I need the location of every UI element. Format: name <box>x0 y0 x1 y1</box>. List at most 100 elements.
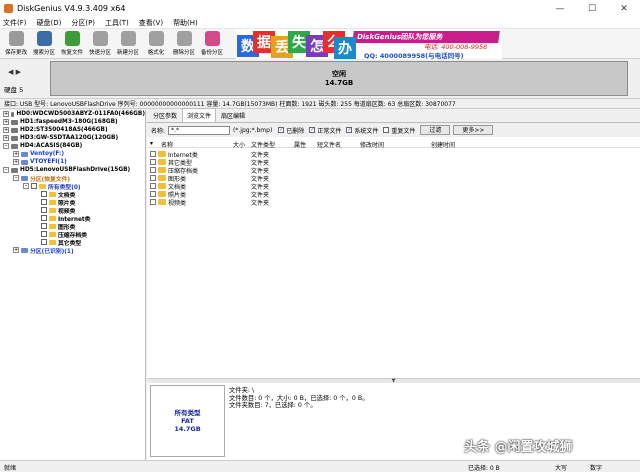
file-type: 文件夹 <box>251 200 270 207</box>
file-list: Internet类 文件夹 其它类型 文件夹 压缩存档类 文件夹 图形类 文件夹 文档类 文件夹照… <box>147 150 640 380</box>
toolbar-button-6[interactable]: 删除分区 <box>170 29 198 59</box>
tree-checkbox[interactable] <box>41 191 47 197</box>
deleted-checkbox[interactable]: ✓ 已删除 <box>278 126 304 135</box>
menu-tools[interactable]: 工具(T) <box>105 18 129 28</box>
tree-item[interactable]: + Ventoy(F:) <box>0 150 145 158</box>
tree-checkbox[interactable] <box>41 239 47 245</box>
tree-item[interactable]: - HD4:ACASIS(84GB) <box>0 142 145 150</box>
check-icon: ✓ <box>346 127 353 133</box>
maximize-button[interactable]: ☐ <box>576 0 608 17</box>
file-row[interactable]: 图形类 文件夹 <box>147 174 640 183</box>
select-all-icon[interactable]: ▾ <box>150 140 153 147</box>
expander-icon[interactable]: - <box>3 167 9 173</box>
tree-item[interactable]: + HD2:ST3500418AS(466GB) <box>0 126 145 134</box>
pattern-hint: (*.jpg;*.bmp) <box>233 126 273 134</box>
file-checkbox[interactable] <box>150 183 156 189</box>
folder-icon <box>49 231 56 237</box>
disk-icon <box>11 119 18 125</box>
filter-bar: 名称: *.* (*.jpg;*.bmp) ✓ 已删除 ✓ 正常文件 ✓ 系统文件 重… <box>147 123 640 137</box>
ad-banner[interactable]: DiskGenius团队为您服务 电话: 400-008-9958 QQ: 40… <box>236 29 502 59</box>
col-size[interactable]: 大小 <box>233 140 245 149</box>
file-checkbox[interactable] <box>150 191 156 197</box>
menu-file[interactable]: 文件(F) <box>3 18 27 28</box>
menu-view[interactable]: 查看(V) <box>139 18 163 28</box>
file-checkbox[interactable] <box>150 159 156 165</box>
menu-disk[interactable]: 硬盘(D) <box>37 18 62 28</box>
col-attr[interactable]: 属性 <box>294 140 306 149</box>
expander-icon[interactable]: + <box>3 119 9 125</box>
file-row[interactable]: 其它类型 文件夹 <box>147 158 640 167</box>
file-checkbox[interactable] <box>150 175 156 181</box>
expander-icon[interactable]: + <box>3 135 9 141</box>
tree-item[interactable]: + 分区(已识别)(1) <box>0 246 145 255</box>
filter-button[interactable]: 过滤 <box>420 125 451 135</box>
col-modified[interactable]: 修改时间 <box>360 140 384 149</box>
close-button[interactable]: ✕ <box>608 0 640 17</box>
disk-nav[interactable]: ◀ ▶ <box>8 68 21 76</box>
system-checkbox[interactable]: ✓ 系统文件 <box>346 126 378 135</box>
tree-item[interactable]: + HD3:GW-SSDTAA120G(120GB) <box>0 134 145 142</box>
file-row[interactable]: 视频类 文件夹 <box>147 198 640 207</box>
expander-icon[interactable]: - <box>13 175 19 181</box>
toolbar-button-2[interactable]: 恢复文件 <box>58 29 86 59</box>
toolbar-button-7[interactable]: 备份分区 <box>198 29 226 59</box>
normal-checkbox[interactable]: ✓ 正常文件 <box>309 126 341 135</box>
expander-icon[interactable]: + <box>13 247 19 253</box>
tree-checkbox[interactable] <box>41 199 47 205</box>
name-filter-input[interactable]: *.* <box>168 125 231 135</box>
tree-item-label: HD3:GW-SSDTAA120G(120GB) <box>20 135 119 141</box>
status-bar: 就绪 已选择: 0 B 大写 数字 <box>0 460 640 472</box>
file-checkbox[interactable] <box>150 167 156 173</box>
nav-left-icon[interactable]: ◀ <box>8 68 13 76</box>
tree-checkbox[interactable] <box>31 183 37 189</box>
file-row[interactable]: 照片类 文件夹 <box>147 190 640 199</box>
menu-partition[interactable]: 分区(P) <box>71 18 95 28</box>
file-row[interactable]: 文档类 文件夹 <box>147 182 640 191</box>
col-type[interactable]: 文件类型 <box>251 140 275 149</box>
col-created[interactable]: 创建时间 <box>431 140 455 149</box>
toolbar-button-3[interactable]: 快速分区 <box>86 29 114 59</box>
tree-item[interactable]: - HD5:LenovoUSBFlashDrive(15GB) <box>0 166 145 174</box>
minimize-button[interactable]: — <box>544 0 576 17</box>
partition-block[interactable]: 空闲 14.7GB <box>50 61 628 96</box>
file-row[interactable]: Internet类 文件夹 <box>147 150 640 159</box>
file-checkbox[interactable] <box>150 151 156 157</box>
col-name[interactable]: 名称 <box>161 140 173 149</box>
file-row[interactable]: 压缩存档类 文件夹 <box>147 166 640 175</box>
detail-folder: 文件夹: \ <box>229 387 255 394</box>
folder-icon <box>158 199 166 205</box>
tree-checkbox[interactable] <box>41 223 47 229</box>
toolbar-icon <box>92 31 108 46</box>
tab-browse-files[interactable]: 浏览文件 <box>182 108 217 122</box>
expander-icon[interactable]: + <box>3 127 9 133</box>
toolbar-button-0[interactable]: 保存更改 <box>2 29 30 59</box>
expander-icon[interactable]: - <box>23 183 29 189</box>
duplicate-checkbox[interactable]: 重复文件 <box>383 126 415 135</box>
expander-icon[interactable]: - <box>3 143 9 149</box>
tree-item[interactable]: + HD0:WDCWD5003ABYZ-011FA0(466GB) <box>0 110 145 118</box>
tree-item[interactable]: + HD1:faspeedM3-180G(168GB) <box>0 118 145 126</box>
more-button[interactable]: 更多>> <box>453 125 494 135</box>
toolbar-icon <box>64 31 80 46</box>
tree-checkbox[interactable] <box>41 207 47 213</box>
thumb-fs: FAT <box>181 417 194 425</box>
menu-help[interactable]: 帮助(H) <box>173 18 198 28</box>
tree-checkbox[interactable] <box>41 231 47 237</box>
tab-sector-edit[interactable]: 扇区编辑 <box>217 109 249 122</box>
expander-icon[interactable]: + <box>13 151 19 157</box>
window-title: DiskGenius V4.9.3.409 x64 <box>17 4 126 13</box>
expander-icon[interactable]: + <box>3 111 9 117</box>
file-checkbox[interactable] <box>150 199 156 205</box>
tab-partition-params[interactable]: 分区参数 <box>149 109 181 122</box>
toolbar-button-1[interactable]: 搜索分区 <box>30 29 58 59</box>
toolbar-button-5[interactable]: 格式化 <box>142 29 170 59</box>
detail-folder-count: 文件夹数目: 7，已选择: 0 个。 <box>229 402 317 409</box>
col-short[interactable]: 短文件名 <box>317 140 341 149</box>
folder-icon <box>49 199 56 205</box>
tree-checkbox[interactable] <box>41 215 47 221</box>
expander-icon[interactable]: + <box>13 159 19 165</box>
nav-right-icon[interactable]: ▶ <box>16 68 21 76</box>
toolbar-button-4[interactable]: 新建分区 <box>114 29 142 59</box>
tree-item[interactable]: + VTOYEFI(1) <box>0 158 145 166</box>
deleted-label: 已删除 <box>286 127 305 135</box>
